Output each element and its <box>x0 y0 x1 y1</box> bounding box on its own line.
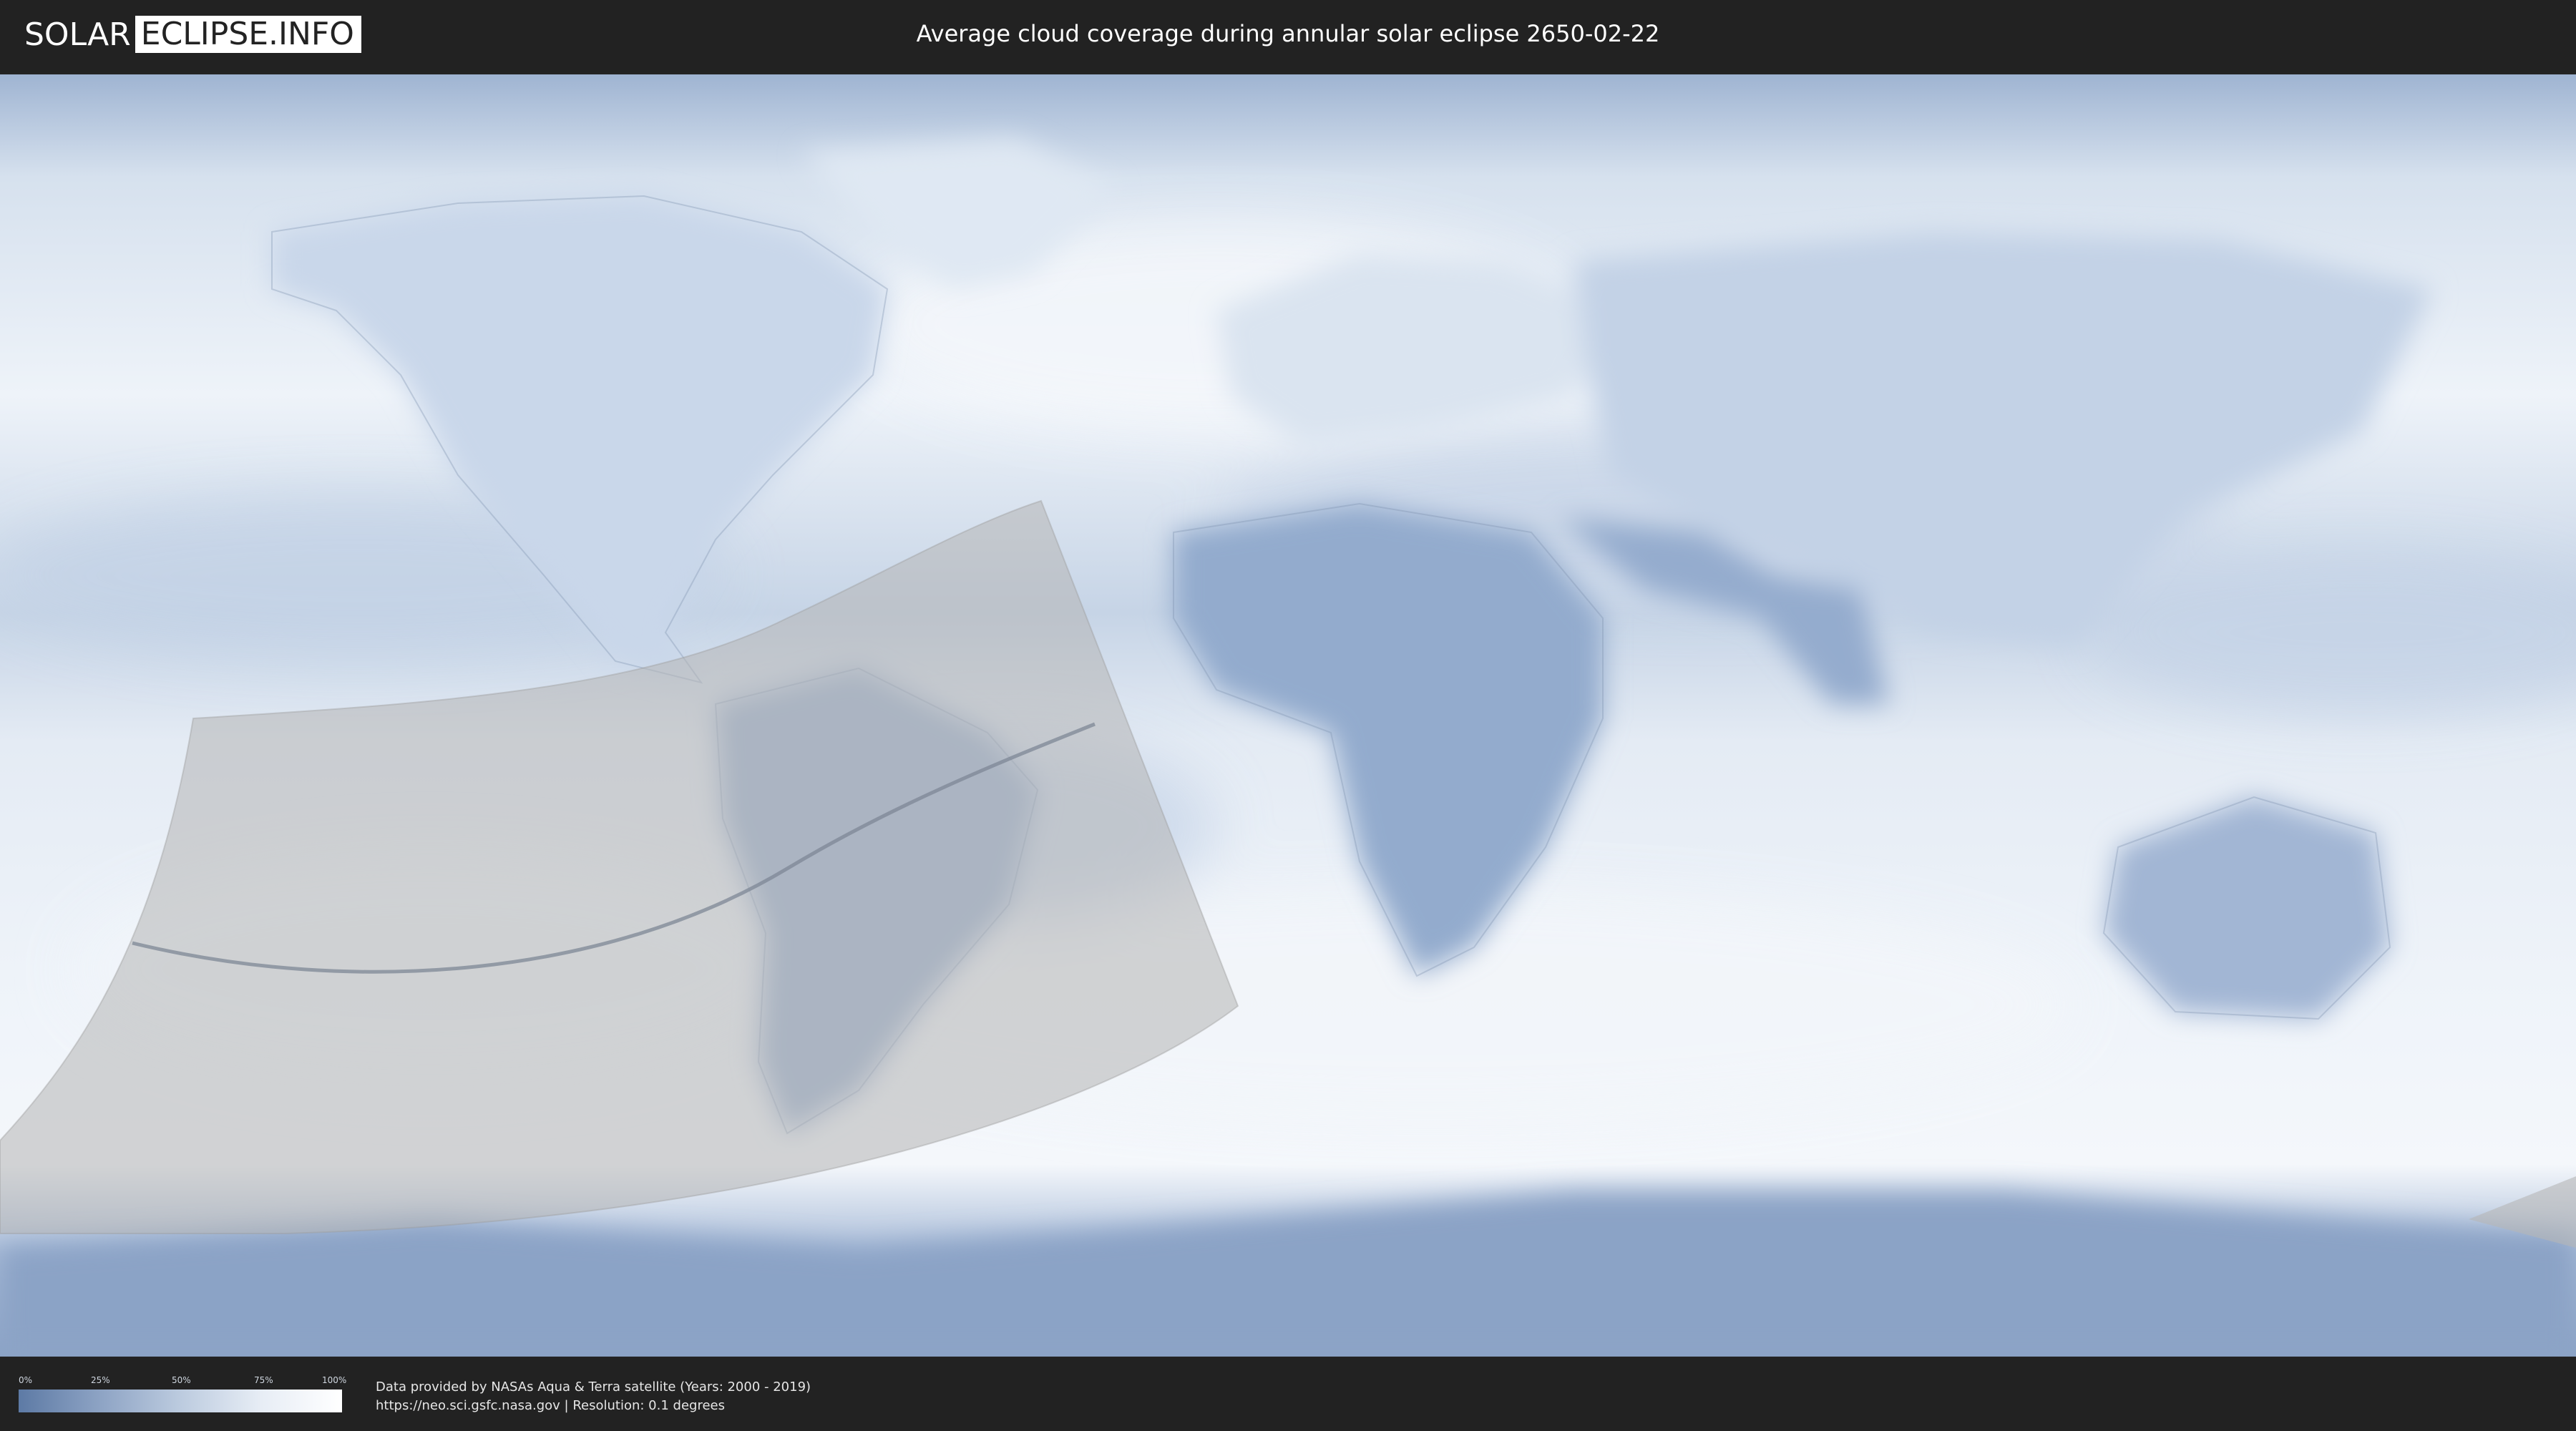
page-title: Average cloud coverage during annular so… <box>916 20 1660 47</box>
credit-line-url: https://neo.sci.gsfc.nasa.gov | Resoluti… <box>376 1398 725 1413</box>
legend-tick-100: 100% <box>322 1375 347 1385</box>
map-canvas <box>0 74 2576 1357</box>
legend-tick-75: 75% <box>254 1375 273 1385</box>
page: SOLAR ECLIPSE.INFO Average cloud coverag… <box>0 0 2576 1431</box>
header-bar: SOLAR ECLIPSE.INFO Average cloud coverag… <box>0 0 2576 72</box>
data-credits: Data provided by NASAs Aqua & Terra sate… <box>376 1378 811 1415</box>
credit-line-source: Data provided by NASAs Aqua & Terra sate… <box>376 1379 811 1395</box>
world-map[interactable] <box>0 74 2576 1357</box>
legend-tick-50: 50% <box>172 1375 191 1385</box>
footer-bar: 0% 25% 50% 75% 100% Data provided by NAS… <box>0 1358 2576 1431</box>
legend-tick-0: 0% <box>19 1375 33 1385</box>
legend-gradient-bar <box>19 1390 342 1412</box>
legend-tick-25: 25% <box>91 1375 110 1385</box>
